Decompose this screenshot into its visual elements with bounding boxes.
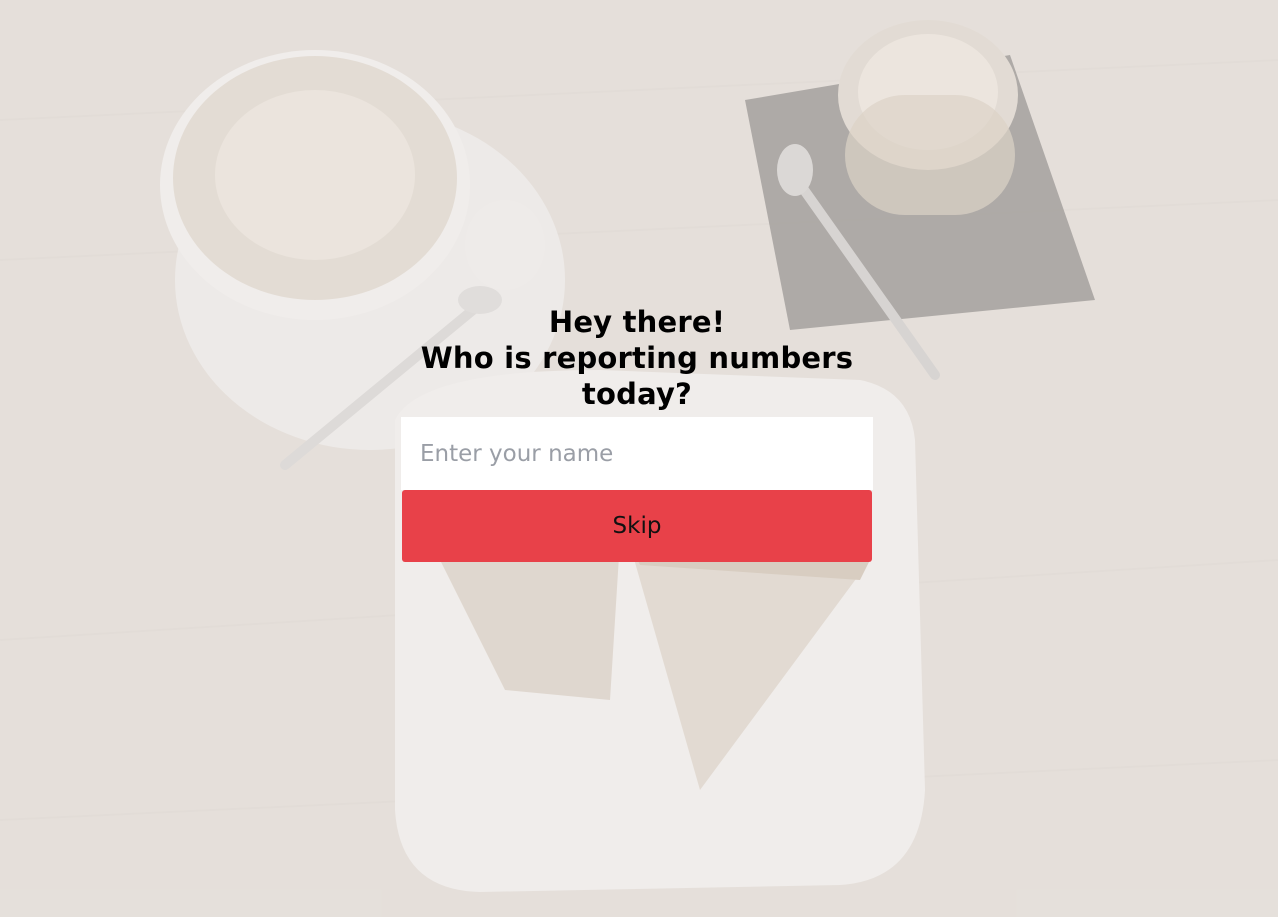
name-input[interactable] xyxy=(401,417,873,490)
greeting-line: Hey there! xyxy=(548,305,726,339)
greeting-heading: Hey there! Who is reporting numbers toda… xyxy=(401,304,873,412)
name-prompt-card: Hey there! Who is reporting numbers toda… xyxy=(401,304,873,562)
question-line: Who is reporting numbers today? xyxy=(420,341,854,411)
skip-button[interactable]: Skip xyxy=(402,490,872,562)
